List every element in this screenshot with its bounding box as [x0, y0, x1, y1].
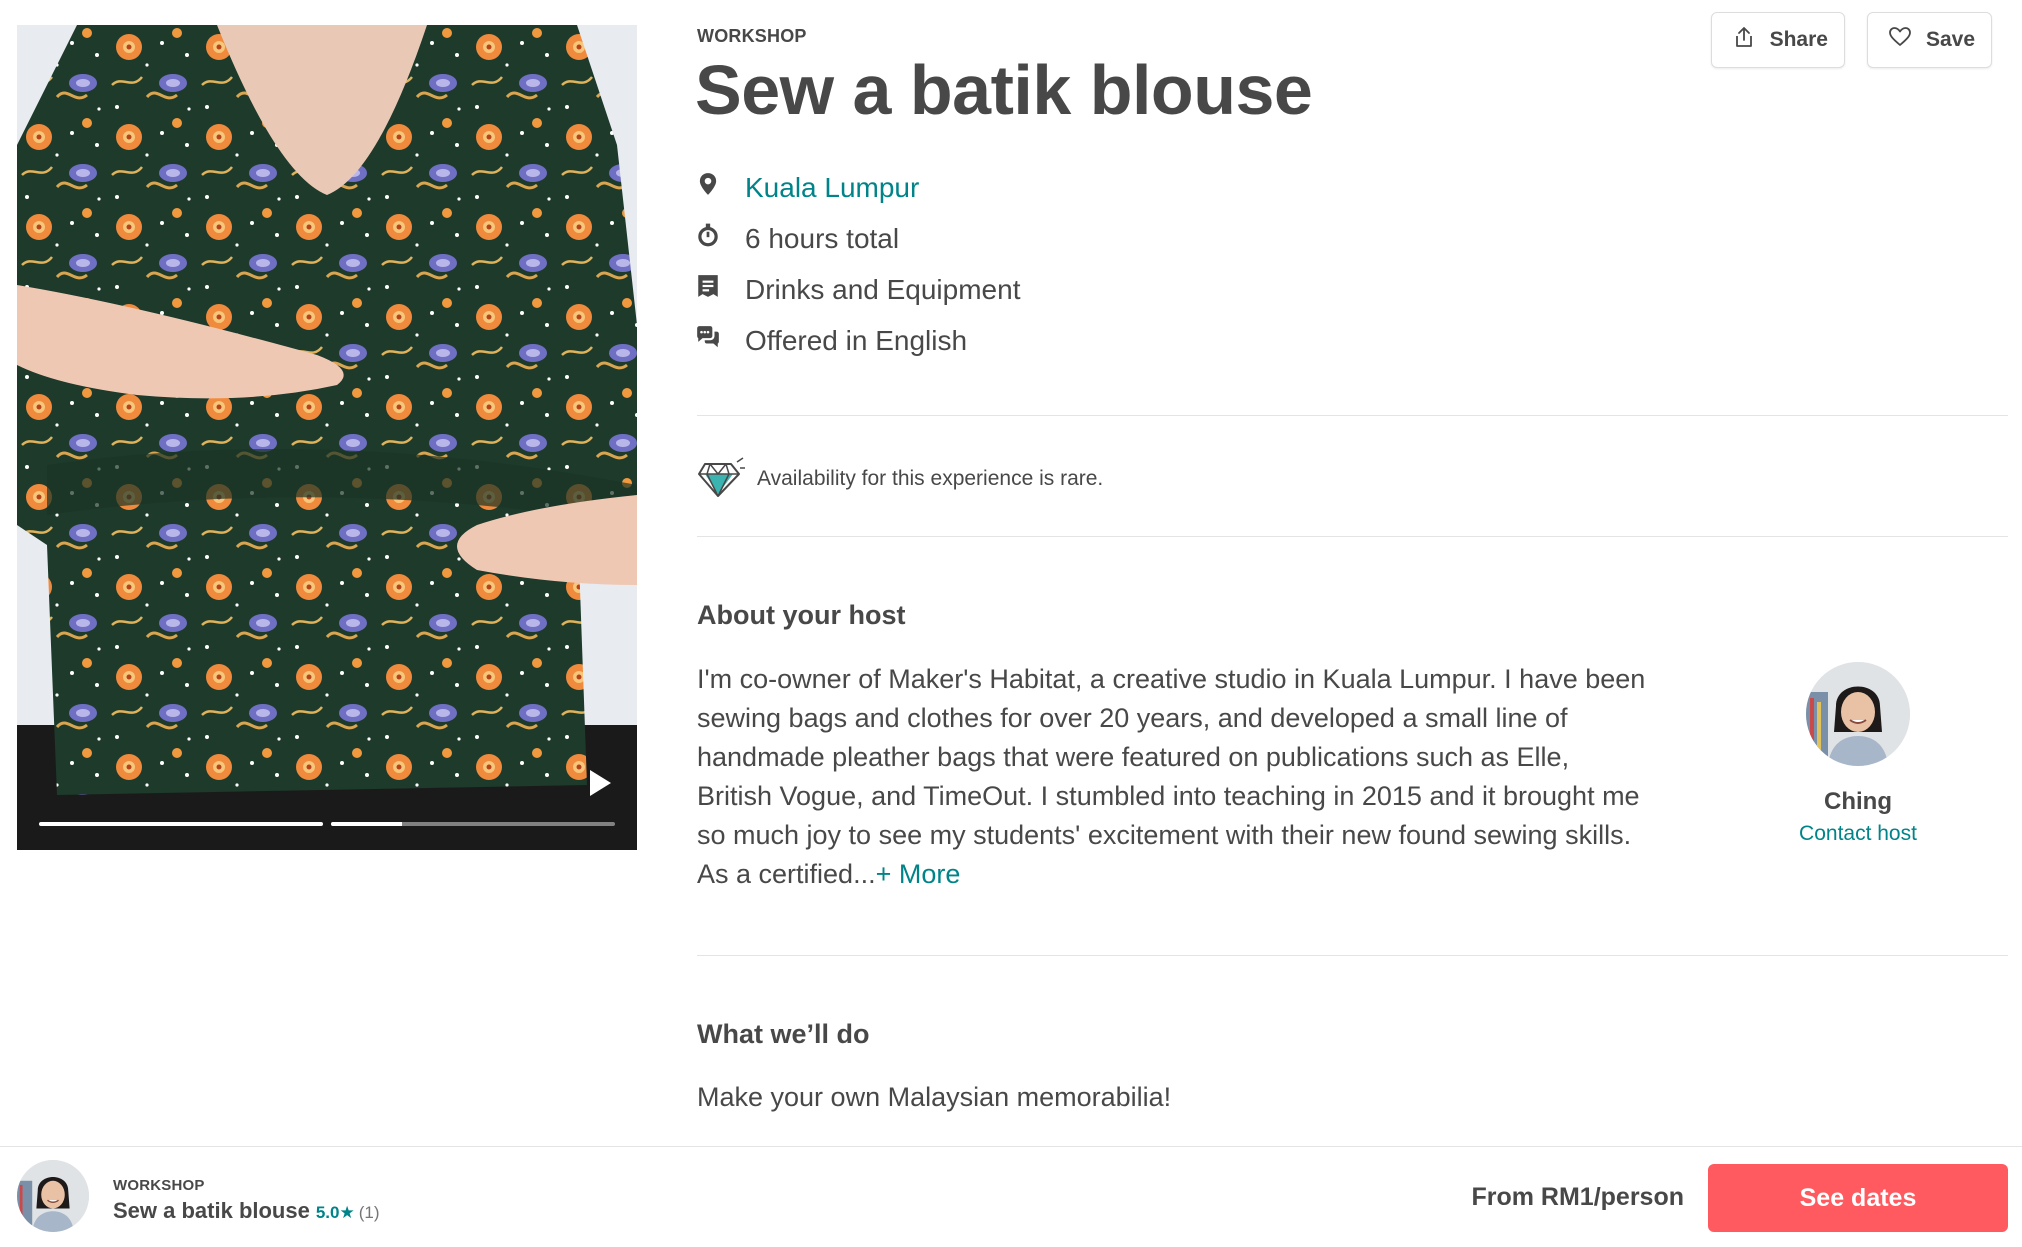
price: From RM1/person	[1471, 1183, 1684, 1211]
host-bio: I'm co-owner of Maker's Habitat, a creat…	[697, 660, 1649, 894]
see-dates-button[interactable]: See dates	[1708, 1164, 2008, 1232]
host-avatar-small	[17, 1160, 89, 1232]
divider	[697, 536, 2008, 537]
share-button[interactable]: Share	[1710, 12, 1845, 68]
booking-bar: WORKSHOP Sew a batik blouse 5.0★ (1) From …	[0, 1146, 2022, 1247]
fact-language: Offered in English	[695, 315, 1020, 366]
host-section-heading: About your host	[697, 600, 906, 630]
more-link[interactable]: + More	[876, 859, 961, 889]
duration-text: 6 hours total	[745, 222, 900, 254]
page-title: Sew a batik blouse	[695, 51, 1313, 129]
batik-blouse-image	[17, 25, 637, 850]
location-link[interactable]: Kuala Lumpur	[745, 172, 919, 204]
review-count: (1)	[358, 1203, 380, 1222]
host-avatar[interactable]	[1806, 662, 1910, 766]
fact-includes: Drinks and Equipment	[695, 264, 1020, 315]
fact-duration: 6 hours total	[695, 213, 1020, 264]
progress-segment	[331, 822, 615, 826]
host-name: Ching	[1824, 788, 1892, 815]
divider	[697, 415, 2008, 416]
experience-category: WORKSHOP	[697, 26, 807, 46]
rating: 5.0★	[315, 1203, 355, 1222]
what-section-heading: What we’ll do	[697, 1019, 870, 1049]
availability-text: Availability for this experience is rare…	[757, 467, 1104, 490]
top-actions: Share Save	[1710, 12, 1992, 68]
experience-video[interactable]	[17, 25, 637, 850]
fact-location: Kuala Lumpur	[695, 162, 1020, 213]
bar-title-row: Sew a batik blouse 5.0★ (1)	[113, 1198, 380, 1224]
language-text: Offered in English	[745, 324, 968, 356]
what-section-text: Make your own Malaysian memorabilia!	[697, 1082, 1172, 1112]
save-button[interactable]: Save	[1866, 12, 1992, 68]
progress-fill	[331, 822, 402, 826]
bar-title: Sew a batik blouse	[113, 1198, 310, 1223]
diamond-icon	[697, 452, 745, 506]
play-icon[interactable]	[587, 768, 613, 798]
progress-fill	[39, 822, 323, 826]
stopwatch-icon	[695, 222, 721, 255]
availability-note: Availability for this experience is rare…	[697, 452, 1103, 506]
receipt-icon	[695, 273, 721, 306]
save-label: Save	[1925, 28, 1975, 51]
host-card: Ching Contact host	[1765, 662, 1951, 846]
host-bio-text: I'm co-owner of Maker's Habitat, a creat…	[697, 664, 1646, 889]
contact-host-link[interactable]: Contact host	[1765, 822, 1951, 846]
divider	[697, 955, 2008, 956]
experience-facts: Kuala Lumpur 6 hours total Drinks and Eq…	[695, 162, 1020, 366]
share-label: Share	[1769, 28, 1828, 51]
location-pin-icon	[695, 171, 721, 204]
share-icon	[1732, 25, 1756, 55]
progress-segment	[39, 822, 323, 826]
includes-text: Drinks and Equipment	[745, 273, 1021, 305]
heart-icon	[1888, 25, 1912, 55]
bar-category: WORKSHOP	[113, 1177, 205, 1194]
video-progress	[39, 822, 615, 826]
speech-bubbles-icon	[695, 324, 721, 357]
